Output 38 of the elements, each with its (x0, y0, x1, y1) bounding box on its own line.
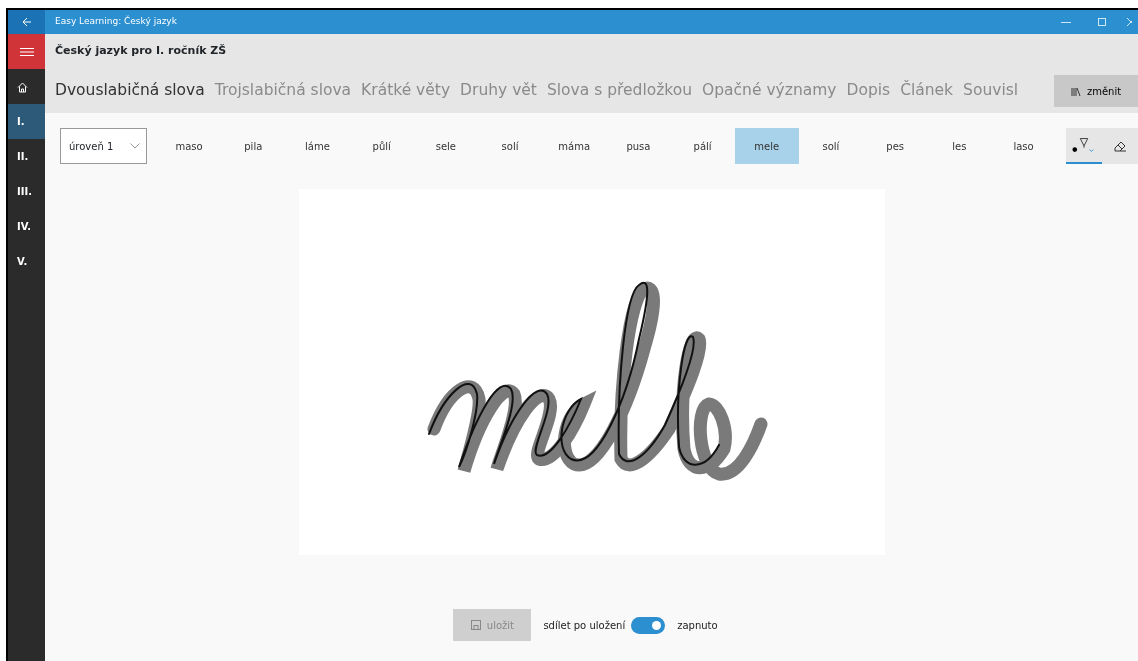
pen-icon (1072, 136, 1096, 154)
window-title: Easy Learning: Český jazyk (55, 15, 177, 29)
word-item[interactable]: pálí (670, 128, 735, 164)
share-label: sdílet po uložení (543, 618, 626, 633)
sidebar-item[interactable]: V. (8, 244, 45, 279)
word-item[interactable]: pila (221, 128, 286, 164)
chevron-down-icon (130, 143, 140, 149)
tab[interactable]: Dvouslabičná slova (55, 79, 215, 103)
word-item[interactable]: půlí (349, 128, 414, 164)
word-item[interactable]: laso (991, 128, 1056, 164)
home-icon (17, 81, 28, 93)
sidebar-item[interactable]: I. (8, 104, 45, 139)
menu-button[interactable] (8, 34, 45, 69)
back-button[interactable] (8, 10, 45, 34)
sidebar-item[interactable]: IV. (8, 209, 45, 244)
menu-icon (19, 46, 34, 57)
share-toggle[interactable] (631, 616, 666, 634)
word-item[interactable]: máma (542, 128, 607, 164)
maximize-icon (1097, 17, 1107, 27)
back-arrow-icon (21, 17, 32, 27)
word-item[interactable]: pes (863, 128, 928, 164)
word-item[interactable]: láme (285, 128, 350, 164)
word-item[interactable]: solí (477, 128, 543, 164)
word-item[interactable]: solí (798, 128, 864, 164)
level-dropdown[interactable]: úroveň 1 (60, 128, 147, 164)
word-item[interactable]: les (927, 128, 992, 164)
word-item[interactable]: sele (413, 128, 478, 164)
page-title: Český jazyk pro I. ročník ZŠ (55, 43, 227, 60)
sidebar-item[interactable]: III. (8, 174, 45, 209)
word-item[interactable]: maso (157, 128, 222, 164)
eraser-icon (1113, 140, 1127, 152)
toggle-state-text: zapnuto (677, 618, 718, 633)
save-icon (470, 620, 481, 630)
word-item[interactable]: pusa (606, 128, 671, 164)
change-button[interactable]: změnit (1054, 75, 1138, 107)
word-item[interactable]: mele (734, 128, 799, 164)
sidebar-item[interactable]: II. (8, 139, 45, 174)
drawing-canvas[interactable] (298, 189, 885, 555)
